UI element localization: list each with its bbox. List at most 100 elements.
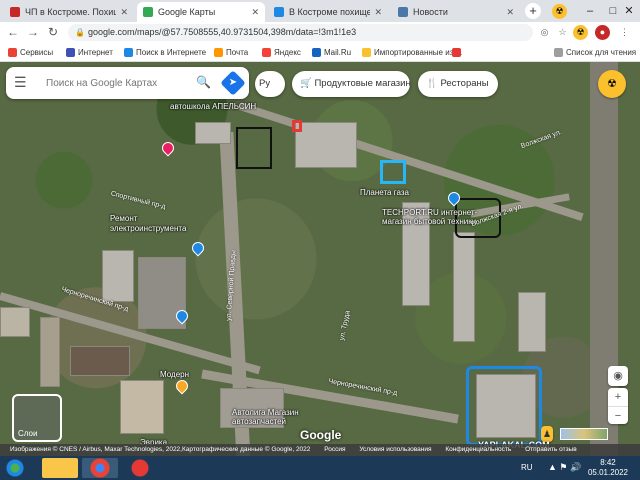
profile-avatar[interactable]: ● <box>595 25 610 40</box>
tab-vk-news[interactable]: Новости ✕ <box>392 2 520 22</box>
maps-favicon-icon <box>143 7 153 17</box>
annotation-red-marker <box>292 120 302 132</box>
reading-list[interactable]: Список для чтения <box>554 46 636 59</box>
address-bar: ← → ↻ 🔒 google.com/maps/@57.7508555,40.9… <box>0 22 640 43</box>
maps-search-input[interactable] <box>44 73 184 93</box>
folder-icon <box>362 48 371 57</box>
building <box>518 292 546 352</box>
tray-icons[interactable]: ▲ ⚑ 🔊 <box>548 462 581 473</box>
language-label: Ру <box>259 78 271 89</box>
label-planeta-gaza[interactable]: Планета газа <box>360 188 409 197</box>
start-button[interactable] <box>4 458 26 478</box>
chrome-icon[interactable] <box>82 458 118 478</box>
layers-label: Слои <box>18 429 38 438</box>
bookmark-label: Яндекс <box>274 48 301 57</box>
menu-icon[interactable]: ⋮ <box>617 25 632 40</box>
radiation-icon[interactable]: ☢ <box>552 4 567 19</box>
tab-google-maps[interactable]: Google Карты ✕ <box>137 2 265 22</box>
bookmark-imported[interactable]: Импортированные из ... <box>362 46 462 59</box>
bookmark-yandex[interactable]: Яндекс <box>262 46 301 59</box>
reading-list-icon <box>554 48 563 57</box>
annotation-blue-box <box>380 160 406 184</box>
bookmark-label: Интернет <box>78 48 113 57</box>
restaurant-icon: 🍴 <box>426 78 441 89</box>
directions-button[interactable]: ➤ <box>220 70 246 96</box>
satellite-map[interactable]: автошкола АПЕЛЬСИН Планета газа TECHPORT… <box>0 62 640 456</box>
language-indicator[interactable]: RU <box>521 463 533 472</box>
building <box>120 380 164 434</box>
youtube-icon <box>452 48 461 57</box>
zoom-in-button[interactable]: + <box>608 388 628 406</box>
label-remont[interactable]: Ремонт электроинструмента <box>110 214 206 234</box>
tab-title: В Костроме похищена да <box>289 7 371 17</box>
close-icon[interactable]: ✕ <box>374 7 382 18</box>
zoom-out-button[interactable]: − <box>608 406 628 424</box>
tab-news-1[interactable]: ЧП в Костроме. Похищен ✕ <box>4 2 134 22</box>
account-avatar[interactable]: ☢ <box>598 70 626 98</box>
terms-link[interactable]: Условия использования <box>359 446 431 453</box>
back-icon[interactable]: ← <box>4 24 22 41</box>
building <box>453 232 475 342</box>
location-icon[interactable]: ◎ <box>537 25 552 40</box>
shop-pin-icon[interactable] <box>189 239 207 257</box>
close-window-icon[interactable]: ✕ <box>618 0 640 22</box>
chip-grocery[interactable]: 🛒 Продуктовые магазины <box>292 71 410 97</box>
language-chip[interactable]: Ру <box>255 71 285 97</box>
building <box>102 250 134 302</box>
chip-restaurants[interactable]: 🍴 Рестораны <box>418 71 498 97</box>
close-icon[interactable]: ✕ <box>251 7 259 18</box>
clock-date: 05.01.2022 <box>587 468 628 477</box>
hamburger-menu-icon[interactable]: ☰ <box>14 74 27 91</box>
bookmark-label: Сервисы <box>20 48 54 57</box>
region-link[interactable]: Россия <box>324 446 345 453</box>
star-icon[interactable]: ☆ <box>555 25 570 40</box>
favicon-icon <box>274 7 284 17</box>
search-icon[interactable]: 🔍 <box>196 75 211 89</box>
label-avtoliga[interactable]: Автолига Магазин автозапчастей <box>232 408 332 426</box>
street-label: ул. Труда <box>338 309 352 342</box>
feedback-link[interactable]: Отправить отзыв <box>525 446 577 453</box>
close-icon[interactable]: ✕ <box>120 7 128 18</box>
place-pin-icon[interactable] <box>173 377 191 395</box>
tab-news-2[interactable]: В Костроме похищена да ✕ <box>268 2 388 22</box>
shop-pin-icon[interactable] <box>159 139 177 157</box>
chip-label: Рестораны <box>440 78 489 89</box>
bookmark-internet[interactable]: Интернет <box>66 46 113 59</box>
reading-list-label: Список для чтения <box>566 48 637 57</box>
label-avtoshkola[interactable]: автошкола АПЕЛЬСИН <box>170 102 256 111</box>
bookmark-label: Поиск в Интернете <box>136 48 207 57</box>
new-tab-button[interactable]: + <box>525 3 541 19</box>
bookmark-label: Mail.Ru <box>324 48 352 57</box>
building <box>40 317 60 387</box>
url-text: google.com/maps/@57.7508555,40.9731504,3… <box>88 27 357 37</box>
clock-time: 8:42 <box>600 458 616 467</box>
explorer-icon[interactable] <box>42 458 78 478</box>
explore-thumbnails[interactable] <box>560 428 608 440</box>
tab-strip: ЧП в Костроме. Похищен ✕ Google Карты ✕ … <box>0 0 640 22</box>
bookmarks-bar: Сервисы Интернет Поиск в Интернете Почта… <box>0 43 640 62</box>
attribution-text: Изображения © CNES / Airbus, Maxar Techn… <box>10 446 311 453</box>
opera-icon[interactable] <box>122 458 158 478</box>
system-clock[interactable]: 8:42 05.01.2022 <box>588 458 628 478</box>
bookmark-search[interactable]: Поиск в Интернете <box>124 46 206 59</box>
street-label: Спортивный пр-д <box>109 190 167 211</box>
close-icon[interactable]: ✕ <box>506 7 514 18</box>
tab-title: Google Карты <box>158 7 216 17</box>
annotation-black-route <box>236 127 272 169</box>
bookmark-mail[interactable]: Почта <box>214 46 248 59</box>
building <box>0 307 30 337</box>
reload-icon[interactable]: ↻ <box>44 24 62 41</box>
bookmark-services[interactable]: Сервисы <box>8 46 53 59</box>
bookmark-mailru[interactable]: Mail.Ru <box>312 46 351 59</box>
layers-button[interactable]: Слои <box>12 394 62 442</box>
lock-icon: 🔒 <box>75 28 85 37</box>
bookmark-youtube[interactable] <box>452 46 464 59</box>
building <box>295 122 357 168</box>
forward-icon[interactable]: → <box>24 24 42 41</box>
building <box>195 122 231 144</box>
url-field[interactable]: 🔒 google.com/maps/@57.7508555,40.9731504… <box>68 24 533 41</box>
my-location-icon[interactable]: ◉ <box>608 366 628 386</box>
label-modern[interactable]: Модерн <box>160 370 189 379</box>
privacy-link[interactable]: Конфиденциальность <box>445 446 511 453</box>
extension-radiation-icon[interactable]: ☢ <box>573 25 588 40</box>
